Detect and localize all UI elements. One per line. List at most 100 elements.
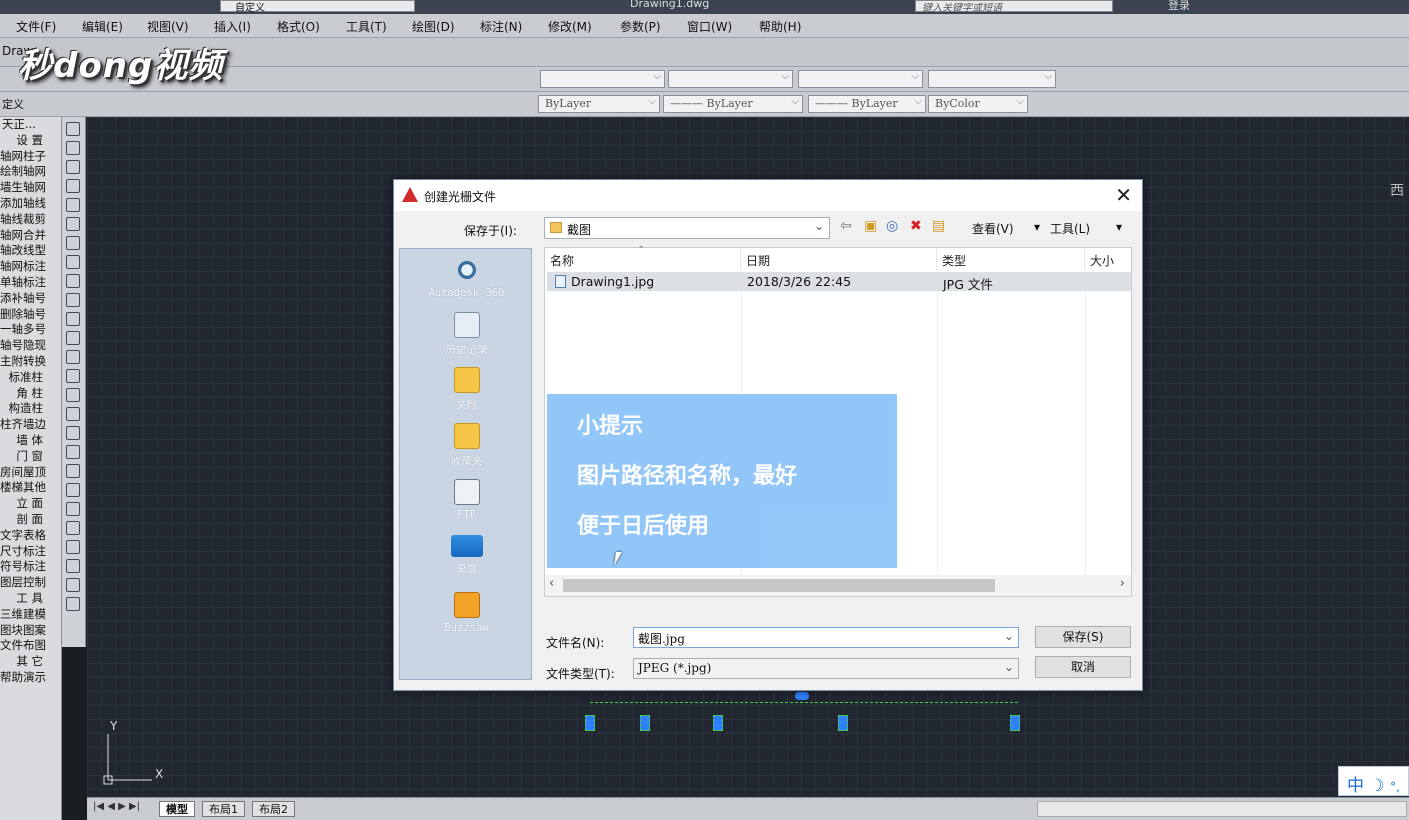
tarch-menu-item[interactable]: 轴改线型 (0, 243, 61, 259)
draw-tool-icon[interactable] (66, 426, 80, 440)
workspace-selector[interactable]: 自定义 (220, 0, 415, 14)
tarch-menu-item[interactable]: 角 柱 (0, 386, 61, 402)
column-header-type[interactable]: 类型 (937, 248, 1085, 270)
filetype-select[interactable]: JPEG (*.jpg) ⌄ (633, 658, 1019, 679)
tools-dropdown-icon[interactable]: ▾ (1116, 220, 1122, 234)
lineweight-combo[interactable]: ——— ByLayer (808, 95, 926, 113)
tarch-menu-item[interactable]: 删除轴号 (0, 307, 61, 323)
multileader-style-combo[interactable] (928, 70, 1056, 88)
draw-tool-icon[interactable] (66, 312, 80, 326)
tarch-menu-item[interactable]: 设 置 (0, 133, 61, 149)
tarch-menu-item[interactable]: 尺寸标注 (0, 544, 61, 560)
menu-item[interactable]: 帮助(H) (759, 18, 801, 35)
menu-item[interactable]: 工具(T) (346, 18, 387, 35)
draw-tool-icon[interactable] (66, 217, 80, 231)
viewcube-west-label[interactable]: 西 (1390, 180, 1404, 200)
scroll-right-icon[interactable]: › (1120, 576, 1125, 591)
draw-tool-icon[interactable] (66, 502, 80, 516)
tarch-menu-item[interactable]: 主附转换 (0, 354, 61, 370)
tarch-menu-item[interactable]: 剖 面 (0, 512, 61, 528)
draw-tool-icon[interactable] (66, 274, 80, 288)
draw-tool-icon[interactable] (66, 122, 80, 136)
draw-tool-icon[interactable] (66, 236, 80, 250)
tarch-menu-item[interactable]: 构造柱 (0, 401, 61, 417)
menu-item[interactable]: 插入(I) (214, 18, 251, 35)
place-desktop[interactable]: 桌面 (400, 535, 533, 576)
up-folder-icon[interactable]: ▣ (864, 218, 877, 234)
draw-tool-icon[interactable] (66, 407, 80, 421)
column[interactable] (1010, 715, 1020, 731)
tarch-menu-item[interactable]: 工 具 (0, 591, 61, 607)
draw-tool-icon[interactable] (66, 521, 80, 535)
draw-tool-icon[interactable] (66, 464, 80, 478)
tarch-menu-item[interactable]: 标准柱 (0, 370, 61, 386)
tarch-menu-item[interactable]: 图层控制 (0, 575, 61, 591)
tarch-menu-item[interactable]: 符号标注 (0, 559, 61, 575)
tools-menu[interactable]: 工具(L) (1050, 220, 1090, 237)
tarch-menu-item[interactable]: 轴号隐现 (0, 338, 61, 354)
menu-item[interactable]: 格式(O) (277, 18, 320, 35)
search-input[interactable]: 键入关键字或短语 (915, 0, 1113, 14)
tarch-menu-item[interactable]: 立 面 (0, 496, 61, 512)
ime-indicator[interactable]: 中 ☽ °, (1338, 766, 1409, 796)
new-folder-icon[interactable]: ▤ (932, 218, 945, 234)
scroll-thumb[interactable] (563, 579, 995, 592)
column-header-size[interactable]: 大小 (1085, 248, 1131, 270)
filename-input[interactable]: 截图.jpg ⌄ (633, 627, 1019, 648)
close-icon[interactable]: ✕ (1115, 183, 1132, 207)
draw-tool-icon[interactable] (66, 198, 80, 212)
draw-tool-icon[interactable] (66, 141, 80, 155)
text-style-combo[interactable] (540, 70, 665, 88)
draw-tool-icon[interactable] (66, 445, 80, 459)
menu-item[interactable]: 编辑(E) (82, 18, 123, 35)
tab-layout2[interactable]: 布局2 (252, 801, 295, 817)
tarch-menu-item[interactable]: 文件布图 (0, 638, 61, 654)
tools-menu-arrow[interactable]: ▾ (1034, 220, 1040, 234)
place-autodesk360[interactable]: Autodesk 360 (400, 257, 533, 299)
chevron-down-icon[interactable]: ⌄ (1004, 660, 1014, 674)
place-documents[interactable]: 文档 (400, 367, 533, 412)
delete-icon[interactable]: ✖ (910, 218, 922, 234)
tarch-menu-item[interactable]: 文字表格 (0, 528, 61, 544)
draw-tool-icon[interactable] (66, 597, 80, 611)
plotstyle-combo[interactable]: ByColor (928, 95, 1028, 113)
tarch-menu-item[interactable]: 楼梯其他 (0, 480, 61, 496)
cancel-button[interactable]: 取消 (1035, 656, 1131, 678)
back-icon[interactable]: ⇦ (840, 218, 852, 234)
search-web-icon[interactable]: ◎ (886, 218, 898, 234)
file-row[interactable]: Drawing1.jpg 2018/3/26 22:45 JPG 文件 (547, 272, 1131, 292)
place-buzzsaw[interactable]: Buzzsaw (400, 592, 533, 634)
save-in-combo[interactable]: 截图 ⌄ (544, 217, 830, 239)
draw-tool-icon[interactable] (66, 369, 80, 383)
tarch-menu-item[interactable]: 一轴多号 (0, 322, 61, 338)
scroll-left-icon[interactable]: ‹ (549, 576, 554, 591)
tarch-menu-item[interactable]: 墙生轴网 (0, 180, 61, 196)
tarch-menu-item[interactable]: 添加轴线 (0, 196, 61, 212)
draw-tool-icon[interactable] (66, 483, 80, 497)
place-history[interactable]: 历史记录 (400, 312, 533, 357)
draw-tool-icon[interactable] (66, 540, 80, 554)
tarch-menu-item[interactable]: 轴网合并 (0, 228, 61, 244)
tab-model[interactable]: 模型 (159, 801, 195, 817)
tarch-menu-item[interactable]: 绘制轴网 (0, 164, 61, 180)
menu-item[interactable]: 文件(F) (16, 18, 56, 35)
draw-tool-icon[interactable] (66, 255, 80, 269)
draw-tool-icon[interactable] (66, 559, 80, 573)
tarch-menu-item[interactable]: 图块图案 (0, 623, 61, 639)
tab-nav-arrows[interactable]: |◀ ◀ ▶ ▶| (93, 801, 140, 812)
horizontal-scrollbar[interactable] (1037, 801, 1407, 817)
column[interactable] (838, 715, 848, 731)
tarch-menu-item[interactable]: 单轴标注 (0, 275, 61, 291)
draw-tool-icon[interactable] (66, 293, 80, 307)
column-header-date[interactable]: 日期 (741, 248, 937, 270)
menu-item[interactable]: 参数(P) (620, 18, 661, 35)
chevron-down-icon[interactable]: ⌄ (1004, 629, 1014, 643)
tarch-menu-item[interactable]: 轴网柱子 (0, 149, 61, 165)
draw-tool-icon[interactable] (66, 179, 80, 193)
tarch-menu-item[interactable]: 轴网标注 (0, 259, 61, 275)
view-menu[interactable]: 查看(V) (972, 220, 1014, 237)
axis-bubble[interactable] (795, 692, 809, 700)
tarch-menu-item[interactable]: 添补轴号 (0, 291, 61, 307)
draw-tool-icon[interactable] (66, 578, 80, 592)
tarch-menu-item[interactable]: 门 窗 (0, 449, 61, 465)
